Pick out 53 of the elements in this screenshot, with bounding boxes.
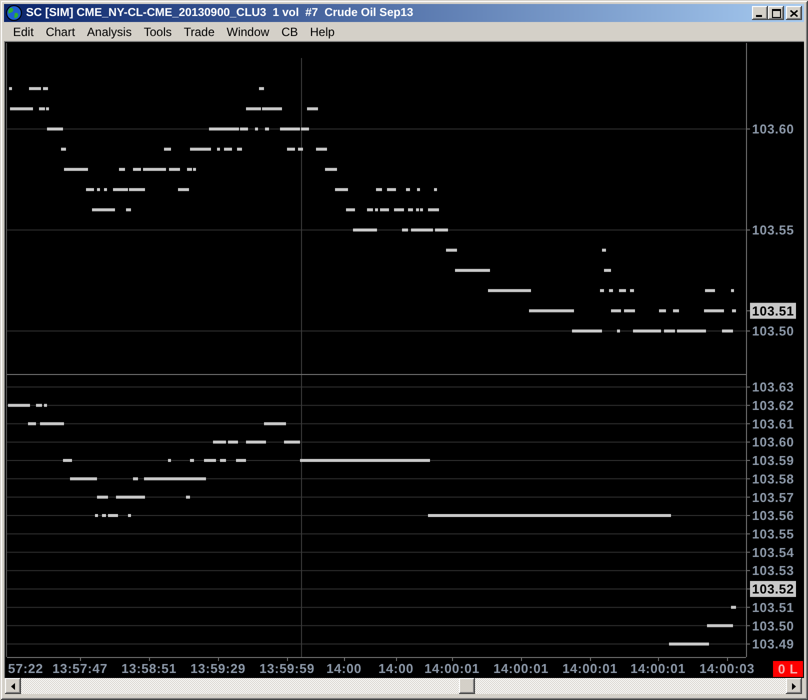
minimize-button[interactable]	[752, 6, 768, 20]
window-title: SC [SIM] CME_NY-CL-CME_20130900_CLU3 1 vol #7 Crude Oil Sep13	[26, 7, 414, 19]
price-label: 103.61	[752, 416, 794, 432]
time-label: 14:00:03	[699, 661, 755, 676]
price-label: 103.56	[752, 508, 794, 524]
price-label: 103.57	[752, 490, 794, 505]
scrollbar-thumb[interactable]	[459, 678, 475, 694]
price-label: 103.60	[752, 434, 794, 450]
menu-item[interactable]: Chart	[40, 24, 82, 38]
price-label: 103.55	[752, 526, 794, 542]
time-label: 13:58:51	[121, 661, 177, 676]
time-label: 57:22	[8, 661, 44, 676]
menu-item[interactable]: Help	[304, 24, 341, 38]
time-label: 13:59:29	[190, 661, 246, 676]
menu-item[interactable]: CB	[275, 24, 304, 38]
last-price-label: 103.51	[750, 302, 796, 319]
price-label: 103.60	[752, 122, 794, 137]
price-label: 103.55	[752, 222, 794, 238]
left-triangle-icon	[11, 682, 15, 690]
maximize-icon	[772, 8, 780, 18]
price-label: 103.51	[752, 600, 794, 615]
price-label: 103.50	[752, 324, 794, 339]
time-label: 14:00:01	[562, 661, 618, 676]
menu-item[interactable]: Trade	[178, 24, 221, 38]
menu-item[interactable]: Analysis	[81, 24, 138, 38]
scroll-left-button[interactable]	[5, 678, 21, 694]
right-triangle-icon	[792, 682, 796, 690]
last-price-label: 103.52	[750, 580, 796, 597]
minimize-icon	[756, 15, 762, 17]
price-label: 103.58	[752, 471, 794, 486]
price-label: 103.62	[752, 398, 794, 413]
globe-icon[interactable]	[6, 5, 22, 21]
price-label: 103.54	[752, 544, 794, 560]
status-badge: 0 L	[773, 661, 803, 677]
price-label: 103.63	[752, 380, 794, 395]
time-label: 14:00:01	[493, 661, 549, 676]
price-label: 103.59	[752, 453, 794, 468]
menu-item[interactable]: Edit	[7, 24, 40, 38]
price-label: 103.53	[752, 563, 794, 578]
time-label: 14:00	[378, 661, 414, 676]
menu-item[interactable]: Window	[220, 24, 276, 38]
close-icon	[790, 10, 798, 16]
time-label: 13:57:47	[52, 661, 108, 676]
menu-item[interactable]: Tools	[138, 24, 178, 38]
price-label: 103.49	[752, 636, 794, 652]
price-label: 103.50	[752, 618, 794, 634]
scroll-right-button[interactable]	[786, 678, 802, 694]
time-label: 14:00:01	[424, 661, 480, 676]
time-label: 14:00	[326, 661, 362, 676]
time-label: 13:59:59	[259, 661, 315, 676]
time-label: 14:00:01	[630, 661, 686, 676]
maximize-button[interactable]	[768, 6, 784, 20]
close-button[interactable]	[786, 6, 802, 20]
